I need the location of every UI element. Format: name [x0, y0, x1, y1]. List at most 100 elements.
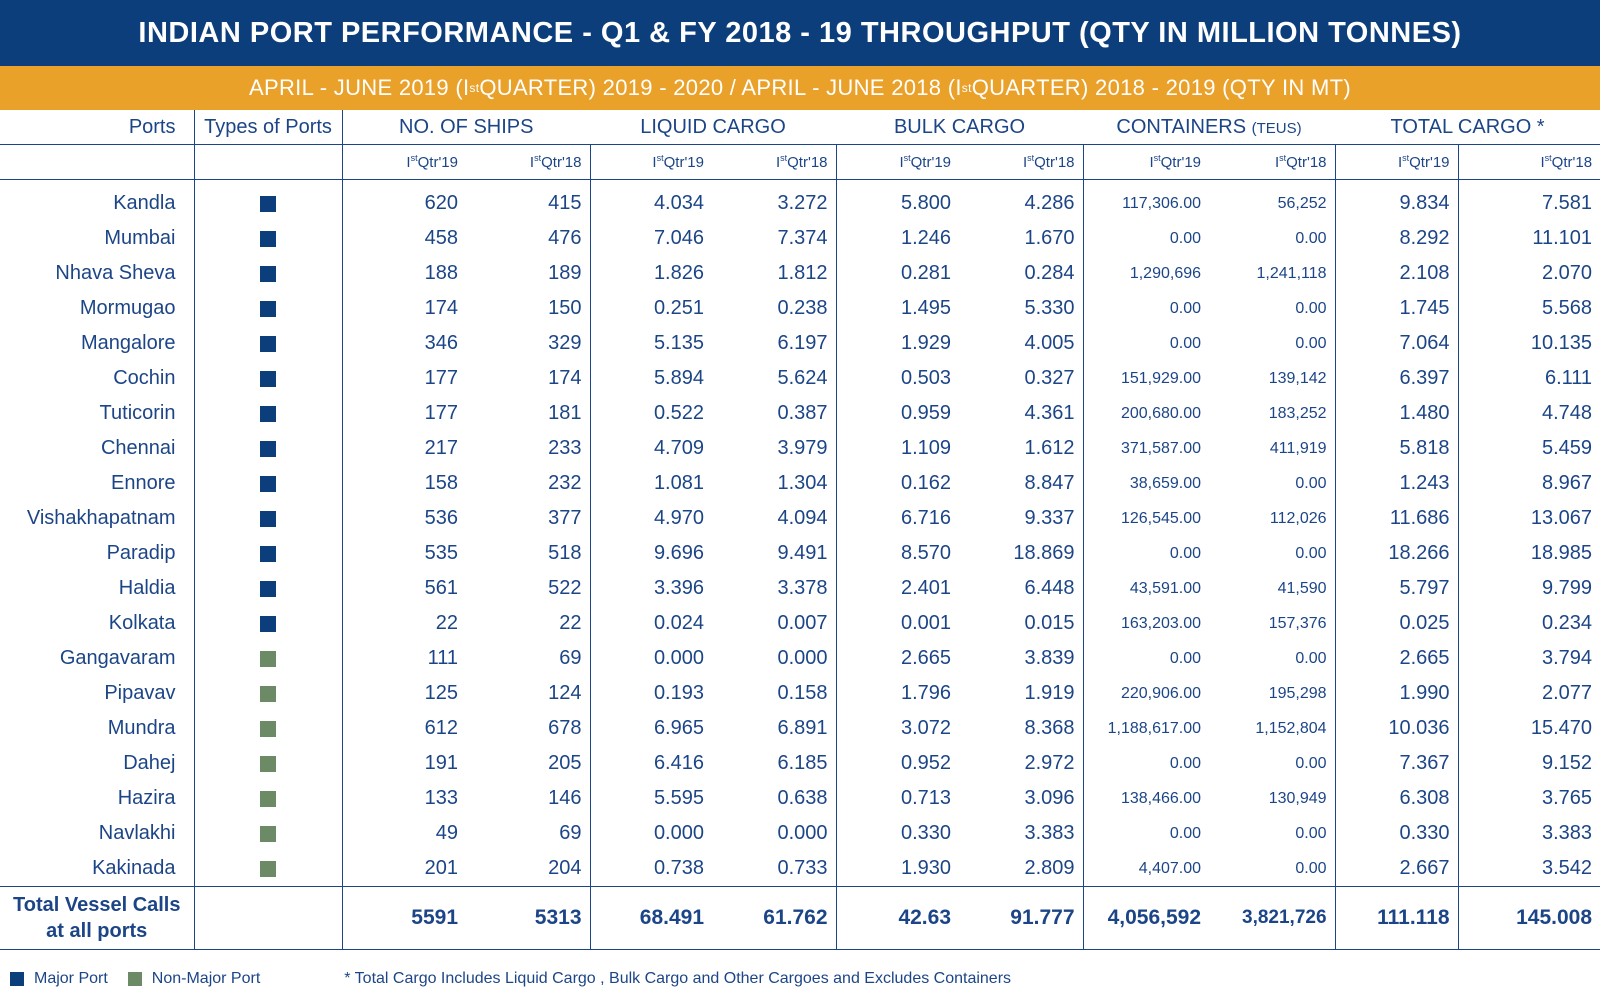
major-port-square-icon: [260, 265, 276, 282]
cell-ships18: 69: [559, 822, 582, 844]
quarter-blank: [0, 144, 194, 180]
cell-liq18: 6.197: [777, 332, 828, 354]
cell-bulk19: 1.109: [835, 431, 960, 466]
cell-bulk19: 1.495: [835, 291, 960, 326]
cell-tot19: 1.243: [1334, 466, 1459, 501]
cell-tot19: 6.308: [1334, 781, 1459, 816]
cell-ships18: 174: [548, 367, 582, 389]
cell-cont18: 157,376: [1268, 614, 1327, 632]
cell-tot18: 10.135: [1457, 326, 1600, 361]
cell-tot18: 18.985: [1457, 536, 1600, 571]
cell-cont18: 411,919: [1269, 439, 1327, 457]
cell-liq18: 0.158: [777, 682, 828, 704]
port-name: Ennore: [111, 472, 176, 494]
port-type: [193, 396, 342, 431]
cell-liq19: 4.709: [589, 431, 712, 466]
subtitle-part3: QUARTER) 2018 - 2019 (QTY IN MT): [971, 75, 1351, 100]
port-name: Cochin: [113, 367, 176, 389]
quarter-label: Qtr'19: [1160, 154, 1202, 171]
cell-cont19: 163,203.00: [1082, 606, 1210, 641]
cell-tot18: 8.967: [1457, 466, 1600, 501]
cell-ships18: 22: [559, 612, 582, 634]
major-port-square-icon: [260, 370, 276, 387]
quarter-label: Qtr'18: [1034, 154, 1075, 171]
cell-liq18: 0.007: [777, 612, 828, 634]
quarter-label: Qtr'19: [417, 154, 458, 171]
port-type: [193, 746, 342, 781]
cell-ships18: 181: [548, 402, 582, 424]
cell-tot18: 9.799: [1457, 571, 1600, 606]
quarter-blank: [193, 144, 342, 180]
cell-bulk18: 6.448: [1024, 577, 1075, 599]
quarter-header-ships-q19: IstQtr'19: [341, 144, 466, 180]
quarter-label: Qtr'18: [541, 154, 582, 171]
port-type: [193, 851, 342, 887]
table-row: Gangavaram 111 69 0.000 0.000 2.665 3.839 0.00 0…: [0, 641, 1600, 676]
cell-liq19: 6.965: [589, 711, 712, 746]
cell-bulk19: 3.072: [835, 711, 960, 746]
cell-liq19: 1.081: [589, 466, 712, 501]
port-type: [193, 221, 342, 256]
cell-ships18: 232: [548, 472, 582, 494]
table-row: Pipavav 125 124 0.193 0.158 1.796 1.919 220,906…: [0, 676, 1600, 711]
cell-ships18: 377: [548, 507, 582, 529]
quarter-label: Qtr'18: [1551, 154, 1593, 171]
major-port-square-icon: [260, 510, 276, 527]
total-label-line2: at all ports: [46, 920, 148, 942]
non-major-port-square-icon: [260, 860, 276, 877]
cell-cont18: 139,142: [1268, 369, 1327, 387]
col-header-ships: NO. OF SHIPS: [341, 110, 590, 145]
cell-ships18: 329: [548, 332, 582, 354]
port-name: Tuticorin: [99, 402, 176, 424]
cell-cont18: 1,241,118: [1256, 264, 1327, 282]
table-row: Cochin 177 174 5.894 5.624 0.503 0.327 151,929.…: [0, 361, 1600, 396]
report-subtitle: APRIL - JUNE 2019 (I st QUARTER) 2019 - 2…: [0, 66, 1600, 110]
cell-liq19: 0.000: [589, 641, 712, 676]
port-type: [193, 641, 342, 676]
cell-ships18: 518: [548, 542, 582, 564]
major-port-square-icon: [260, 475, 276, 492]
total-ships18: 5313: [466, 886, 590, 950]
cell-tot18: 6.111: [1457, 361, 1600, 396]
cell-liq19: 9.696: [589, 536, 712, 571]
cell-cont19: 200,680.00: [1082, 396, 1210, 431]
cell-cont18: 183,252: [1268, 404, 1327, 422]
major-port-square-icon: [260, 615, 276, 632]
port-type: [193, 501, 342, 536]
table-row: Chennai 217 233 4.709 3.979 1.109 1.612 371,587…: [0, 431, 1600, 466]
cell-tot19: 1.990: [1334, 676, 1459, 711]
cell-cont18: 0.00: [1295, 474, 1327, 492]
cell-liq18: 6.185: [777, 752, 828, 774]
cell-cont19: 38,659.00: [1082, 466, 1210, 501]
cell-tot18: 2.077: [1457, 676, 1600, 711]
cell-liq19: 0.000: [589, 816, 712, 851]
cell-cont19: 0.00: [1082, 326, 1210, 361]
total-liq18: 61.762: [712, 886, 837, 950]
cell-liq18: 0.238: [777, 297, 828, 319]
cell-tot19: 5.797: [1334, 571, 1459, 606]
cell-ships19: 620: [341, 179, 466, 221]
col-header-bulk: BULK CARGO: [836, 110, 1084, 145]
legend-non-major: Non-Major Port: [127, 970, 260, 988]
cell-bulk18: 4.005: [1024, 332, 1075, 354]
port-name: Pipavav: [104, 682, 176, 704]
port-name: Vishakhapatnam: [26, 507, 176, 529]
port-name: Mundra: [107, 717, 176, 739]
cell-bulk18: 2.972: [1024, 752, 1075, 774]
quarter-header-tot-q19: IstQtr'19: [1334, 144, 1459, 180]
cell-cont18: 41,590: [1277, 579, 1327, 597]
port-name: Gangavaram: [59, 647, 176, 669]
cell-ships18: 522: [548, 577, 582, 599]
major-port-square-icon: [260, 580, 276, 597]
cell-bulk18: 3.383: [1024, 822, 1075, 844]
non-major-port-square-icon: [260, 790, 276, 807]
total-label: Total Vessel Calls at all ports: [0, 886, 194, 950]
cell-bulk19: 0.959: [835, 396, 960, 431]
cell-cont19: 220,906.00: [1082, 676, 1210, 711]
cell-liq19: 4.034: [589, 179, 712, 221]
cell-liq18: 6.891: [777, 717, 828, 739]
cell-cont18: 0.00: [1295, 859, 1327, 877]
cell-ships18: 476: [548, 227, 582, 249]
major-port-square-icon: [260, 300, 276, 317]
total-ships19: 5591: [341, 886, 466, 950]
